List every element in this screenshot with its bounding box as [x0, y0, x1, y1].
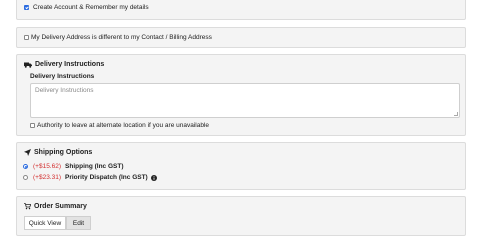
delivery-field-label: Delivery Instructions	[30, 73, 95, 80]
shipping-options-header: Shipping Options	[24, 149, 92, 156]
shipping-options-panel: Shipping Options (+$15.62) Shipping (Inc…	[16, 142, 466, 190]
resize-handle-icon[interactable]	[454, 112, 458, 116]
shipping-option-priority[interactable]: (+$23.31) Priority Dispatch (Inc GST)	[23, 174, 157, 181]
delivery-instructions-title: Delivery Instructions	[35, 61, 105, 68]
authority-label: Authority to leave at alternate location…	[37, 122, 209, 129]
delivery-instructions-panel: Delivery Instructions Delivery Instructi…	[16, 54, 466, 136]
create-account-checkbox[interactable]	[24, 5, 29, 10]
create-account-panel: Create Account & Remember my details	[16, 0, 466, 20]
delivery-field-label-row: Delivery Instructions	[30, 73, 94, 80]
authority-checkbox[interactable]	[30, 123, 35, 128]
shipping-priority-radio[interactable]	[23, 175, 28, 180]
different-address-label: My Delivery Address is different to my C…	[31, 34, 212, 41]
shipping-option-standard[interactable]: (+$15.62) Shipping (Inc GST)	[23, 163, 124, 170]
cart-icon	[24, 203, 31, 210]
delivery-address-panel: My Delivery Address is different to my C…	[16, 27, 466, 48]
shipping-priority-name: Priority Dispatch (Inc GST)	[65, 174, 148, 181]
shipping-options-title: Shipping Options	[34, 149, 93, 156]
shipping-priority-price: (+$23.31)	[33, 174, 62, 181]
delivery-address-row[interactable]: My Delivery Address is different to my C…	[24, 34, 212, 41]
order-summary-header: Order Summary	[24, 203, 87, 210]
delivery-instructions-header: Delivery Instructions	[24, 61, 104, 68]
order-summary-panel: Order Summary Quick View Edit	[16, 196, 466, 236]
shipping-standard-radio[interactable]	[23, 164, 28, 169]
different-address-checkbox[interactable]	[24, 35, 29, 40]
info-icon[interactable]	[150, 174, 157, 181]
tab-quick-view[interactable]: Quick View	[24, 216, 66, 230]
tab-edit[interactable]: Edit	[66, 216, 91, 230]
create-account-label: Create Account & Remember my details	[33, 4, 149, 11]
paper-plane-icon	[24, 149, 31, 156]
truck-icon	[24, 62, 32, 68]
create-account-row[interactable]: Create Account & Remember my details	[24, 4, 149, 11]
delivery-instructions-placeholder: Delivery Instructions	[35, 87, 94, 94]
shipping-standard-name: Shipping (Inc GST)	[65, 163, 124, 170]
shipping-standard-price: (+$15.62)	[33, 163, 62, 170]
order-summary-title: Order Summary	[34, 203, 87, 210]
delivery-instructions-textarea[interactable]: Delivery Instructions	[30, 83, 460, 118]
authority-row[interactable]: Authority to leave at alternate location…	[30, 122, 209, 129]
